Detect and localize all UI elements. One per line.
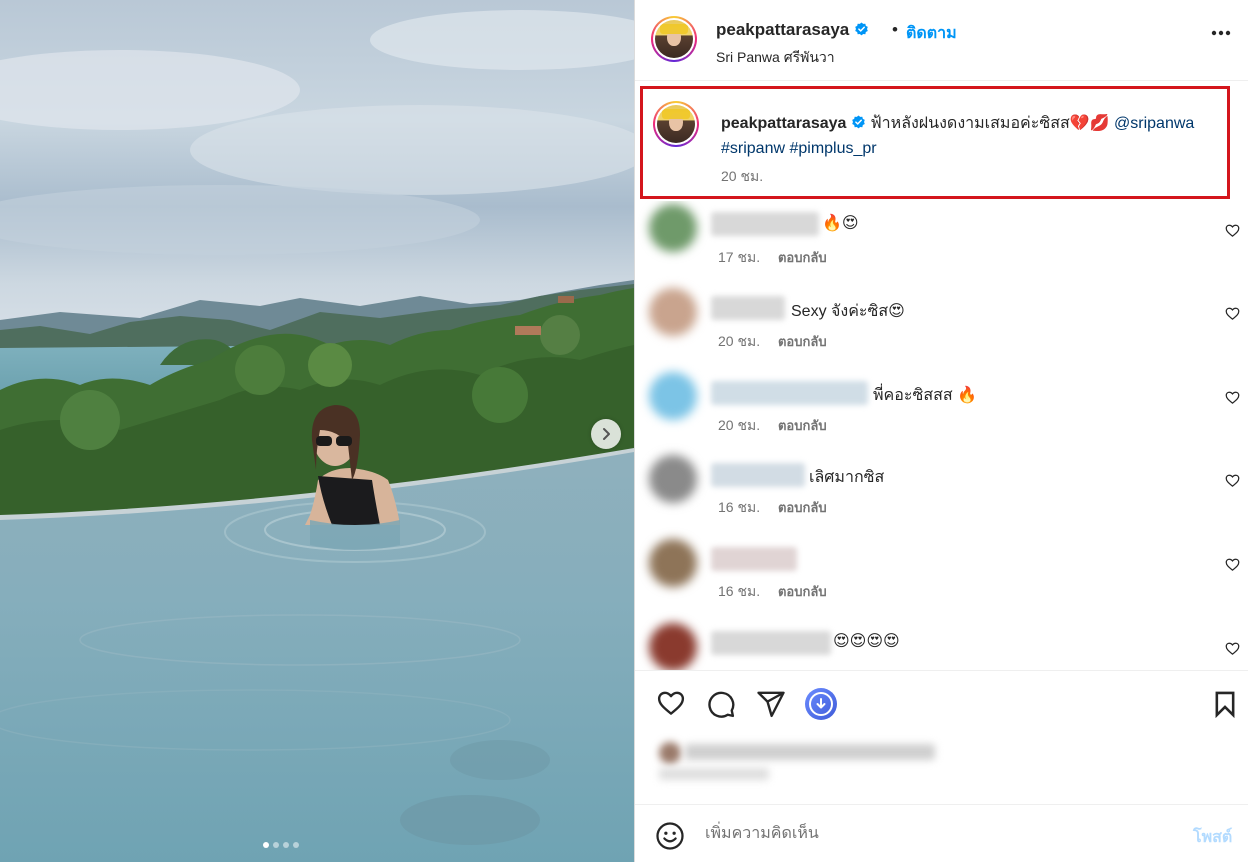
comment-item: 🔥😍 17 ชม. ตอบกลับ: [635, 201, 1248, 284]
comment-reply-button[interactable]: ตอบกลับ: [778, 500, 827, 515]
comment-time[interactable]: 17 ชม.: [718, 249, 760, 265]
comment-meta: 20 ชม. ตอบกลับ: [718, 331, 827, 353]
download-arrow-icon: [816, 698, 826, 709]
comment-text: 😍😍😍😍: [833, 633, 900, 650]
comment-text: 🔥😍: [822, 215, 859, 232]
comment-meta: 16 ชม. ตอบกลับ: [718, 497, 827, 519]
comment-bubble-icon[interactable]: [706, 689, 736, 719]
comment-text: พี่คอะซิสสส 🔥: [873, 387, 977, 404]
chevron-right-icon: [603, 428, 610, 440]
post-location[interactable]: Sri Panwa ศรีพันวา: [716, 47, 835, 69]
more-horizontal-icon[interactable]: [1211, 30, 1231, 36]
comment-composer: โพสต์: [635, 805, 1248, 862]
carousel-dot: [283, 842, 289, 848]
comment-reply-button[interactable]: ตอบกลับ: [778, 584, 827, 599]
post-details-panel: peakpattarasaya • ติดตาม Sri Panwa ศรีพั…: [635, 0, 1248, 862]
commenter-avatar[interactable]: [649, 372, 697, 420]
comment-like-heart-icon[interactable]: [1225, 557, 1240, 572]
caption-text: peakpattarasaya ฟ้าหลังฝนงดงามเสมอค่ะซิส…: [721, 111, 1225, 161]
author-username-text[interactable]: peakpattarasaya: [716, 20, 849, 39]
emoji-smiley-icon[interactable]: [655, 821, 685, 851]
caption-body: ฟ้าหลังฝนงดงามเสมอค่ะซิสส💔💋: [870, 115, 1115, 132]
caption-timestamp[interactable]: 20 ชม.: [721, 166, 763, 188]
comment-reply-button[interactable]: ตอบกลับ: [778, 418, 827, 433]
comment-text: Sexy จังค่ะซิส😍: [791, 303, 905, 320]
comment-item: 😍😍😍😍: [635, 619, 1248, 670]
comment-item: เลิศมากซิส 16 ชม. ตอบกลับ: [635, 451, 1248, 534]
comment-meta: 17 ชม. ตอบกลับ: [718, 247, 827, 269]
commenter-name-blurred[interactable]: [711, 463, 805, 487]
comment-item: Sexy จังค่ะซิส😍 20 ชม. ตอบกลับ: [635, 284, 1248, 367]
post-action-bar: [635, 684, 1248, 724]
commenter-name-blurred[interactable]: [711, 381, 868, 405]
carousel-dot: [273, 842, 279, 848]
share-send-icon[interactable]: [756, 689, 786, 719]
comment-like-heart-icon[interactable]: [1225, 473, 1240, 488]
caption-hashtags[interactable]: #sripanw #pimplus_pr: [721, 140, 877, 157]
carousel-dot: [263, 842, 269, 848]
comment-reply-button[interactable]: ตอบกลับ: [778, 334, 827, 349]
comment-time[interactable]: 16 ชม.: [718, 583, 760, 599]
comment-time[interactable]: 20 ชม.: [718, 417, 760, 433]
comment-reply-button[interactable]: ตอบกลับ: [778, 250, 827, 265]
follow-button[interactable]: ติดตาม: [906, 21, 957, 46]
comments-list[interactable]: 🔥😍 17 ชม. ตอบกลับ Sexy จังค่ะซิส😍 20 ชม.…: [635, 201, 1248, 670]
commenter-avatar[interactable]: [649, 455, 697, 503]
caption-username[interactable]: peakpattarasaya: [721, 115, 846, 132]
author-username[interactable]: peakpattarasaya: [716, 20, 869, 40]
post-comment-button[interactable]: โพสต์: [1193, 825, 1232, 850]
commenter-name-blurred[interactable]: [711, 547, 797, 571]
comment-time[interactable]: 16 ชม.: [718, 499, 760, 515]
comment-item: 16 ชม. ตอบกลับ: [635, 535, 1248, 618]
commenter-name-blurred[interactable]: [711, 296, 785, 320]
post-photo[interactable]: [0, 0, 634, 862]
carousel-dot: [293, 842, 299, 848]
verified-badge-icon: [852, 115, 865, 129]
comment-item: พี่คอะซิสสส 🔥 20 ชม. ตอบกลับ: [635, 368, 1248, 451]
caption-mention-link[interactable]: @sripanwa: [1114, 115, 1194, 132]
comment-like-heart-icon[interactable]: [1225, 306, 1240, 321]
comment-time[interactable]: 20 ชม.: [718, 333, 760, 349]
commenter-avatar[interactable]: [649, 539, 697, 587]
verified-badge-icon: [855, 22, 868, 36]
header-divider: [635, 80, 1248, 81]
commenter-avatar[interactable]: [649, 288, 697, 336]
comment-text: เลิศมากซิส: [809, 469, 885, 486]
caption-author-avatar[interactable]: [653, 101, 699, 147]
comment-like-heart-icon[interactable]: [1225, 223, 1240, 238]
post-header: peakpattarasaya • ติดตาม Sri Panwa ศรีพั…: [635, 0, 1248, 80]
commenter-name-blurred[interactable]: [711, 631, 831, 655]
post-caption: peakpattarasaya ฟ้าหลังฝนงดงามเสมอค่ะซิส…: [640, 86, 1230, 199]
carousel-indicator: [263, 842, 299, 848]
photo-scene: [0, 10, 634, 862]
commenter-name-blurred[interactable]: [711, 212, 819, 236]
comment-meta: 20 ชม. ตอบกลับ: [718, 415, 827, 437]
comment-meta: 16 ชม. ตอบกลับ: [718, 581, 827, 603]
header-separator: •: [892, 20, 898, 39]
commenter-avatar[interactable]: [649, 204, 697, 252]
carousel-next-button[interactable]: [591, 419, 621, 449]
comment-input[interactable]: [705, 819, 1175, 849]
commenter-avatar[interactable]: [649, 623, 697, 670]
comment-like-heart-icon[interactable]: [1225, 641, 1240, 656]
download-extension-button[interactable]: [805, 688, 837, 720]
like-heart-icon[interactable]: [655, 688, 687, 718]
likes-summary-blurred[interactable]: [649, 738, 959, 788]
comment-like-heart-icon[interactable]: [1225, 390, 1240, 405]
author-avatar[interactable]: [651, 16, 697, 62]
comments-divider: [635, 670, 1248, 671]
save-bookmark-icon[interactable]: [1211, 689, 1239, 719]
